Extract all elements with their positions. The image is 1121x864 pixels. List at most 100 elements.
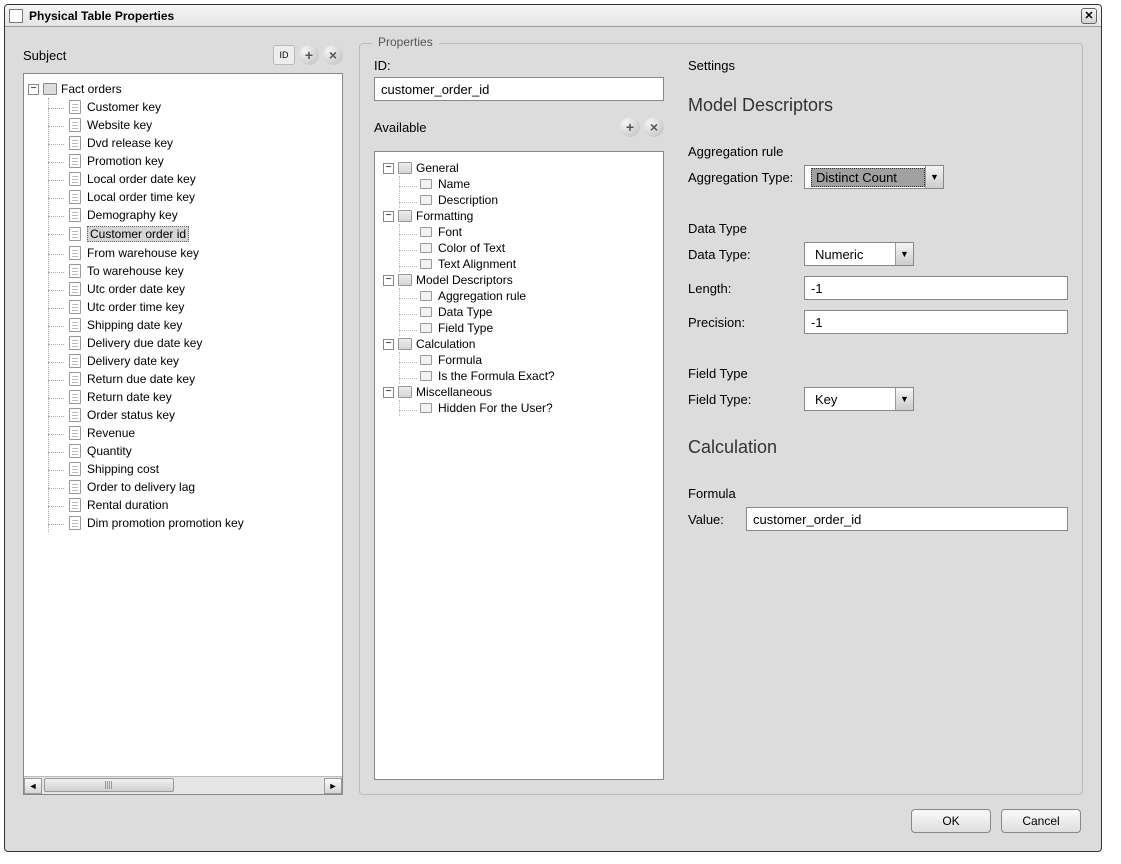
tree-root-fact-orders[interactable]: − Fact orders [28,80,338,98]
available-item[interactable]: Is the Formula Exact? [400,368,657,384]
tree-leaf[interactable]: Quantity [49,442,338,460]
column-icon [69,172,81,186]
collapse-icon[interactable]: − [28,84,39,95]
length-input[interactable] [804,276,1068,300]
data-type-value: Numeric [811,246,895,263]
tree-leaf[interactable]: Delivery due date key [49,334,338,352]
tree-leaf[interactable]: Utc order time key [49,298,338,316]
available-item[interactable]: Description [400,192,657,208]
tree-leaf[interactable]: Order to delivery lag [49,478,338,496]
available-item[interactable]: Data Type [400,304,657,320]
tree-leaf-label: To warehouse key [87,264,184,278]
tree-leaf[interactable]: Shipping date key [49,316,338,334]
available-item[interactable]: Color of Text [400,240,657,256]
property-icon [420,259,432,269]
available-item-label: Color of Text [438,241,505,255]
collapse-icon[interactable]: − [383,387,394,398]
tree-leaf[interactable]: Dvd release key [49,134,338,152]
tree-leaf[interactable]: Return date key [49,388,338,406]
tree-leaf-label: Shipping cost [87,462,159,476]
id-tag-icon[interactable]: ID [273,45,295,65]
collapse-icon[interactable]: − [383,339,394,350]
tree-leaf[interactable]: Rental duration [49,496,338,514]
tree-leaf[interactable]: Order status key [49,406,338,424]
available-group[interactable]: −Formatting [381,208,657,224]
available-item[interactable]: Aggregation rule [400,288,657,304]
available-group[interactable]: − Miscellaneous [381,384,657,400]
tree-leaf[interactable]: Customer key [49,98,338,116]
formula-value-input[interactable] [746,507,1068,531]
add-subject-icon[interactable]: + [299,45,319,65]
add-available-icon[interactable]: + [620,117,640,137]
remove-subject-icon[interactable]: × [323,45,343,65]
tree-leaf[interactable]: Dim promotion promotion key [49,514,338,532]
tree-leaf[interactable]: To warehouse key [49,262,338,280]
property-icon [420,371,432,381]
tree-leaf-label: Local order time key [87,190,195,204]
cancel-button[interactable]: Cancel [1001,809,1081,833]
column-icon [69,300,81,314]
available-item[interactable]: Field Type [400,320,657,336]
chevron-down-icon: ▼ [925,166,943,188]
available-label: Available [374,120,616,135]
subject-panel: Subject ID + × − Fact orders Customer ke… [23,43,343,795]
tree-leaf-label: Order to delivery lag [87,480,195,494]
available-group-label: Miscellaneous [416,385,492,399]
tree-leaf[interactable]: Demography key [49,206,338,224]
available-item[interactable]: Formula [400,352,657,368]
column-icon [69,354,81,368]
precision-input[interactable] [804,310,1068,334]
scroll-right-icon[interactable]: ► [324,778,342,794]
collapse-icon[interactable]: − [383,211,394,222]
titlebar: Physical Table Properties ✕ [5,5,1101,27]
property-icon [420,403,432,413]
remove-available-icon[interactable]: × [644,117,664,137]
id-label: ID: [374,58,664,73]
tree-leaf-label: Quantity [87,444,132,458]
available-item[interactable]: Hidden For the User? [400,400,657,416]
field-type-select[interactable]: Key ▼ [804,387,914,411]
tree-leaf[interactable]: Revenue [49,424,338,442]
tree-leaf[interactable]: Shipping cost [49,460,338,478]
available-group[interactable]: −Calculation [381,336,657,352]
collapse-icon[interactable]: − [383,275,394,286]
tree-leaf-label: Local order date key [87,172,196,186]
settings-label: Settings [688,58,1068,73]
tree-leaf[interactable]: From warehouse key [49,244,338,262]
subject-tree: − Fact orders Customer keyWebsite keyDvd… [23,73,343,795]
available-group[interactable]: −Model Descriptors [381,272,657,288]
column-icon [69,462,81,476]
available-item[interactable]: Name [400,176,657,192]
folder-icon [398,274,412,286]
available-item-label: Name [438,177,470,191]
tree-leaf[interactable]: Website key [49,116,338,134]
ok-button[interactable]: OK [911,809,991,833]
tree-leaf[interactable]: Local order date key [49,170,338,188]
available-item[interactable]: Font [400,224,657,240]
tree-leaf[interactable]: Promotion key [49,152,338,170]
horizontal-scrollbar[interactable]: ◄ ► [24,776,342,794]
available-item[interactable]: Text Alignment [400,256,657,272]
tree-leaf-label: Shipping date key [87,318,182,332]
scroll-track[interactable] [42,778,324,794]
collapse-icon[interactable]: − [383,163,394,174]
available-group[interactable]: − General [381,160,657,176]
property-icon [420,195,432,205]
data-type-select[interactable]: Numeric ▼ [804,242,914,266]
tree-leaf[interactable]: Utc order date key [49,280,338,298]
formula-heading: Formula [688,486,1068,501]
column-icon [69,118,81,132]
available-item-label: Data Type [438,305,492,319]
tree-leaf[interactable]: Local order time key [49,188,338,206]
tree-leaf[interactable]: Return due date key [49,370,338,388]
tree-leaf[interactable]: Delivery date key [49,352,338,370]
tree-leaf[interactable]: Customer order id [49,224,338,244]
scroll-left-icon[interactable]: ◄ [24,778,42,794]
scroll-thumb[interactable] [44,778,174,792]
available-group-label: General [416,161,459,175]
settings-column: Settings Model Descriptors Aggregation r… [688,58,1068,780]
tree-leaf-label: Customer order id [87,226,189,242]
close-icon[interactable]: ✕ [1081,8,1097,24]
aggregation-type-select[interactable]: Distinct Count ▼ [804,165,944,189]
id-input[interactable] [374,77,664,101]
